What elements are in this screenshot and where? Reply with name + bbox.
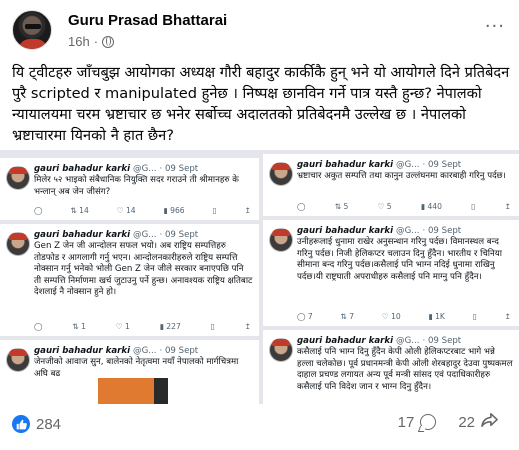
tweet-card[interactable]: gauri bahadur karki @G... · 09 Sept मिले… — [0, 158, 259, 220]
tweet-handle: @G... — [133, 230, 157, 240]
post-text: यि ट्वीटहरु जाँचबुझ आयोगका अध्यक्ष गौरी … — [12, 64, 510, 144]
tweet-collage[interactable]: gauri bahadur karki @G... · 09 Sept मिले… — [0, 150, 519, 404]
tweet-card[interactable]: gauri bahadur karki @G... · 09 Sept जेनज… — [0, 340, 259, 404]
more-options-button[interactable]: ··· — [485, 16, 505, 37]
bookmark-icon: ▯ — [210, 322, 215, 331]
share-icon: ↥ — [504, 202, 511, 211]
tweet-handle: @G... — [396, 226, 420, 236]
reply-icon: ◯ — [34, 322, 43, 331]
tweet-date: · 09 Sept — [422, 336, 462, 346]
tweet-card[interactable]: gauri bahadur karki @G... · 09 Sept कसैल… — [263, 330, 519, 404]
engagement-counts: 17 22 — [398, 412, 499, 432]
share-count[interactable]: 22 — [458, 414, 475, 431]
tweet-avatar — [6, 232, 30, 256]
retweet-icon: ⇅ 5 — [334, 202, 349, 211]
reply-icon: ◯ — [297, 202, 306, 211]
tweet-avatar — [269, 228, 293, 252]
tweet-photo — [98, 378, 154, 404]
comments-group[interactable]: 17 — [398, 414, 437, 431]
tweet-author-name: gauri bahadur karki — [34, 164, 131, 174]
share-arrow-icon — [481, 412, 499, 432]
tweet-body: उनीहरूलाई धुनामा राखेर अनुसन्धान गरिनु प… — [297, 237, 503, 282]
tweet-body: कसैलाई पनि भाग्न दिनु हुँदैन केपी ओली हे… — [297, 347, 513, 392]
author-name[interactable]: Guru Prasad Bhattarai — [68, 12, 227, 29]
tweet-author-name: gauri bahadur karki — [34, 346, 131, 356]
heart-icon: ♡ 14 — [116, 206, 136, 215]
tweet-author-name: gauri bahadur karki — [297, 226, 394, 236]
avatar-shirt — [18, 39, 48, 49]
heart-icon: ♡ 1 — [115, 322, 130, 331]
tweet-actions: ◯ 7 ⇅ 7 ♡ 10 ▮ 1K ▯ ↥ — [297, 312, 511, 324]
tweet-body: मिलेर ५२ भाइको संबैधानिक नियुक्ति सदर गर… — [34, 175, 239, 197]
tweet-body: भ्रष्टाचार अकुत सम्पत्ति तथा कानुन उल्लं… — [297, 171, 506, 181]
reply-icon: ◯ 7 — [297, 312, 313, 321]
reactions-bar: 284 17 22 — [12, 412, 507, 436]
tweet-actions: ◯ ⇅ 1 ♡ 1 ▮ 227 ▯ ↥ — [34, 322, 251, 334]
tweet-avatar — [269, 162, 293, 186]
tweet-author-name: gauri bahadur karki — [34, 230, 131, 240]
avatar-glasses — [25, 24, 41, 29]
tweet-card[interactable]: gauri bahadur karki @G... · 09 Sept Gen … — [0, 224, 259, 336]
post-header: Guru Prasad Bhattarai 16h · ··· — [12, 10, 507, 54]
tweet-handle: @G... — [396, 160, 420, 170]
like-icon[interactable] — [12, 415, 30, 433]
views-icon: ▮ 1K — [428, 312, 445, 321]
reply-icon: ◯ — [34, 206, 43, 215]
post-time[interactable]: 16h — [68, 34, 90, 49]
share-icon: ↥ — [504, 312, 511, 321]
tweet-handle: @G... — [396, 336, 420, 346]
tweet-author-name: gauri bahadur karki — [297, 160, 394, 170]
tweet-avatar — [269, 338, 293, 362]
author-avatar[interactable] — [12, 10, 52, 50]
tweet-date: · 09 Sept — [159, 346, 199, 356]
tweet-card[interactable]: gauri bahadur karki @G... · 09 Sept उनीह… — [263, 220, 519, 326]
tweet-card[interactable]: gauri bahadur karki @G... · 09 Sept भ्रष… — [263, 154, 519, 216]
views-icon: ▮ 227 — [159, 322, 181, 331]
tweet-handle: @G... — [133, 346, 157, 356]
post-meta: 16h · — [68, 34, 115, 49]
views-icon: ▮ 966 — [163, 206, 185, 215]
tweet-actions: ◯ ⇅ 5 ♡ 5 ▮ 440 ▯ ↥ — [297, 202, 511, 214]
like-count[interactable]: 284 — [36, 416, 61, 433]
share-icon: ↥ — [244, 322, 251, 331]
tweet-handle: @G... — [133, 164, 157, 174]
tweet-author-name: gauri bahadur karki — [297, 336, 394, 346]
bookmark-icon: ▯ — [212, 206, 217, 215]
tweet-photo-edge — [154, 378, 168, 404]
bookmark-icon: ▯ — [472, 312, 477, 321]
tweet-date: · 09 Sept — [159, 164, 199, 174]
share-icon: ↥ — [244, 206, 251, 215]
tweet-date: · 09 Sept — [422, 160, 462, 170]
tweet-avatar — [6, 348, 30, 372]
comment-icon — [420, 414, 437, 430]
retweet-icon: ⇅ 1 — [72, 322, 86, 331]
retweet-icon: ⇅ 14 — [70, 206, 89, 215]
tweet-body: जेनजीको आवाज सुन, बालेनको नेतृत्वमा नयाँ… — [34, 357, 239, 379]
tweet-body: Gen Z जेन जी आन्दोलन सफल भयो। अब राष्ट्र… — [34, 241, 253, 298]
retweet-icon: ⇅ 7 — [340, 312, 355, 321]
tweet-date: · 09 Sept — [159, 230, 199, 240]
comment-count[interactable]: 17 — [398, 414, 415, 431]
tweet-avatar — [6, 166, 30, 190]
tweet-actions: ◯ ⇅ 14 ♡ 14 ▮ 966 ▯ ↥ — [34, 206, 251, 218]
globe-icon — [102, 35, 115, 48]
bookmark-icon: ▯ — [471, 202, 476, 211]
shares-group[interactable]: 22 — [458, 412, 499, 432]
tweet-date: · 09 Sept — [422, 226, 462, 236]
views-icon: ▮ 440 — [420, 202, 442, 211]
heart-icon: ♡ 5 — [377, 202, 392, 211]
heart-icon: ♡ 10 — [381, 312, 401, 321]
